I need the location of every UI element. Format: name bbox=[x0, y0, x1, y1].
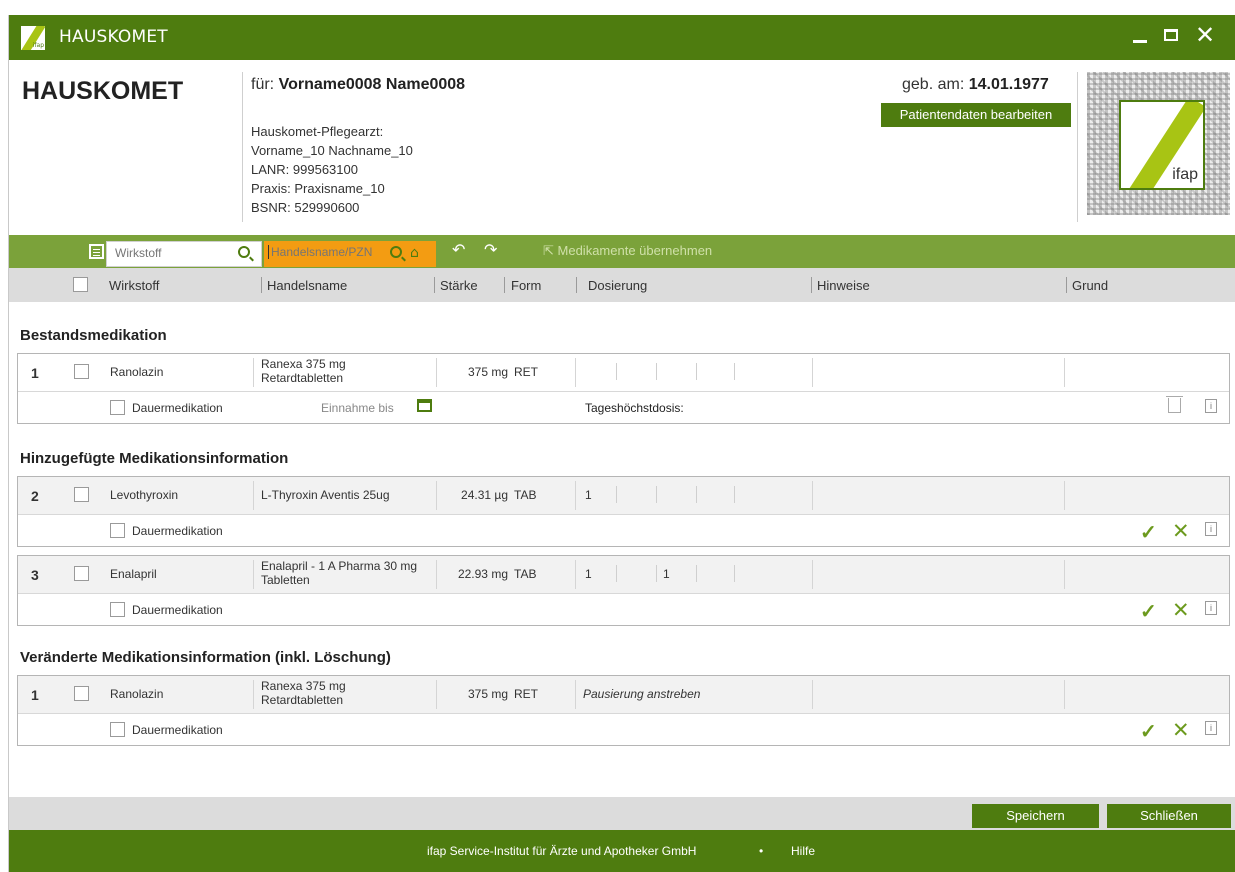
row-checkbox[interactable] bbox=[74, 364, 89, 379]
take-over-medication-button[interactable]: ⇱ Medikamente übernehmen bbox=[543, 243, 712, 259]
medication-details-row: Dauermedikation ✓ ✕ i bbox=[18, 594, 1229, 625]
info-icon[interactable]: i bbox=[1205, 721, 1217, 735]
footer-bar: Speichern Schließen bbox=[9, 797, 1235, 830]
reject-icon[interactable]: ✕ bbox=[1172, 519, 1190, 544]
company-name: ifap Service-Institut für Ärzte und Apot… bbox=[427, 844, 697, 858]
search-icon[interactable] bbox=[238, 246, 250, 258]
window-title: HAUSKOMET bbox=[59, 27, 168, 47]
medication-card[interactable]: 2 Levothyroxin L-Thyroxin Aventis 25ug 2… bbox=[17, 476, 1230, 547]
divider bbox=[242, 72, 243, 222]
app-name: HAUSKOMET bbox=[22, 77, 184, 105]
medication-row[interactable]: 1 Ranolazin Ranexa 375 mg Retardtablette… bbox=[18, 676, 1229, 713]
einnahme-bis-label: Einnahme bis bbox=[321, 401, 394, 415]
edit-patient-button[interactable]: Patientendaten bearbeiten bbox=[881, 103, 1071, 127]
reject-icon[interactable]: ✕ bbox=[1172, 718, 1190, 743]
title-bar: ifap HAUSKOMET ✕ bbox=[9, 15, 1235, 60]
undo-icon[interactable]: ↶ bbox=[452, 240, 465, 259]
close-window-button[interactable]: ✕ bbox=[1195, 21, 1215, 49]
maximize-button[interactable] bbox=[1164, 29, 1178, 41]
doctor-info: Hauskomet-Pflegearzt: Vorname_10 Nachnam… bbox=[251, 124, 413, 215]
col-dosierung[interactable]: Dosierung bbox=[588, 278, 647, 293]
medication-details-row: Dauermedikation ✓ ✕ i bbox=[18, 714, 1229, 745]
handelsname-search-box: ⌂ bbox=[264, 241, 436, 267]
ifap-logo-icon: ifap bbox=[21, 26, 45, 50]
search-icon[interactable] bbox=[390, 246, 402, 258]
info-icon[interactable]: i bbox=[1205, 601, 1217, 615]
col-hinweise[interactable]: Hinweise bbox=[817, 278, 870, 293]
medication-toolbar: ⌂ ↶ ↷ ⇱ Medikamente übernehmen bbox=[9, 235, 1235, 268]
medication-card[interactable]: 3 Enalapril Enalapril - 1 A Pharma 30 mg… bbox=[17, 555, 1230, 626]
accept-icon[interactable]: ✓ bbox=[1140, 719, 1157, 744]
status-bar: ifap Service-Institut für Ärzte und Apot… bbox=[9, 830, 1235, 872]
accept-icon[interactable]: ✓ bbox=[1140, 520, 1157, 545]
section-title: Hinzugefügte Medikationsinformation bbox=[20, 450, 289, 467]
medication-row[interactable]: 3 Enalapril Enalapril - 1 A Pharma 30 mg… bbox=[18, 556, 1229, 593]
info-icon[interactable]: i bbox=[1205, 522, 1217, 536]
list-icon[interactable] bbox=[89, 244, 104, 259]
patient-name: für: Vorname0008 Name0008 bbox=[251, 76, 466, 93]
dauermedikation-checkbox[interactable] bbox=[110, 400, 125, 415]
help-link[interactable]: Hilfe bbox=[791, 844, 815, 858]
section-title: Bestandsmedikation bbox=[20, 327, 167, 344]
divider bbox=[1077, 72, 1078, 222]
section-title: Veränderte Medikationsinformation (inkl.… bbox=[20, 649, 391, 666]
col-staerke[interactable]: Stärke bbox=[440, 278, 478, 293]
datamatrix-code: ifap bbox=[1087, 72, 1230, 215]
medication-card[interactable]: 1 Ranolazin Ranexa 375 mg Retardtablette… bbox=[17, 353, 1230, 424]
app-window: ifap HAUSKOMET ✕ HAUSKOMET für: Vorname0… bbox=[8, 15, 1235, 872]
accept-icon[interactable]: ✓ bbox=[1140, 599, 1157, 624]
patient-header: HAUSKOMET für: Vorname0008 Name0008 Haus… bbox=[9, 60, 1235, 235]
minimize-button[interactable] bbox=[1133, 27, 1147, 43]
info-icon[interactable]: i bbox=[1205, 399, 1217, 413]
calendar-icon[interactable] bbox=[417, 399, 432, 412]
column-header: Wirkstoff Handelsname Stärke Form Dosier… bbox=[9, 268, 1235, 302]
tageshoechstdosis-label: Tageshöchstdosis: bbox=[585, 401, 684, 415]
medication-row[interactable]: 2 Levothyroxin L-Thyroxin Aventis 25ug 2… bbox=[18, 477, 1229, 514]
dauermedikation-checkbox[interactable] bbox=[110, 523, 125, 538]
medication-details-row: Dauermedikation Einnahme bis Tageshöchst… bbox=[18, 392, 1229, 423]
trash-icon[interactable] bbox=[1166, 396, 1183, 413]
col-grund[interactable]: Grund bbox=[1072, 278, 1108, 293]
col-wirkstoff[interactable]: Wirkstoff bbox=[109, 278, 159, 293]
row-checkbox[interactable] bbox=[74, 686, 89, 701]
col-form[interactable]: Form bbox=[511, 278, 541, 293]
dauermedikation-checkbox[interactable] bbox=[110, 602, 125, 617]
birth-date: geb. am: 14.01.1977 bbox=[902, 76, 1049, 93]
handelsname-search-input[interactable] bbox=[268, 245, 386, 259]
row-checkbox[interactable] bbox=[74, 566, 89, 581]
wirkstoff-search-input[interactable] bbox=[115, 246, 225, 260]
medication-card[interactable]: 1 Ranolazin Ranexa 375 mg Retardtablette… bbox=[17, 675, 1230, 746]
medication-row[interactable]: 1 Ranolazin Ranexa 375 mg Retardtablette… bbox=[18, 354, 1229, 391]
redo-icon[interactable]: ↷ bbox=[484, 240, 497, 259]
medication-details-row: Dauermedikation ✓ ✕ i bbox=[18, 515, 1229, 546]
col-handelsname[interactable]: Handelsname bbox=[267, 278, 347, 293]
row-checkbox[interactable] bbox=[74, 487, 89, 502]
wirkstoff-search-box bbox=[106, 241, 262, 267]
reject-icon[interactable]: ✕ bbox=[1172, 598, 1190, 623]
ifap-logo-icon: ifap bbox=[1119, 100, 1205, 190]
save-button[interactable]: Speichern bbox=[972, 804, 1099, 828]
home-icon[interactable]: ⌂ bbox=[410, 245, 419, 261]
close-button[interactable]: Schließen bbox=[1107, 804, 1231, 828]
dauermedikation-checkbox[interactable] bbox=[110, 722, 125, 737]
select-all-checkbox[interactable] bbox=[73, 277, 88, 292]
